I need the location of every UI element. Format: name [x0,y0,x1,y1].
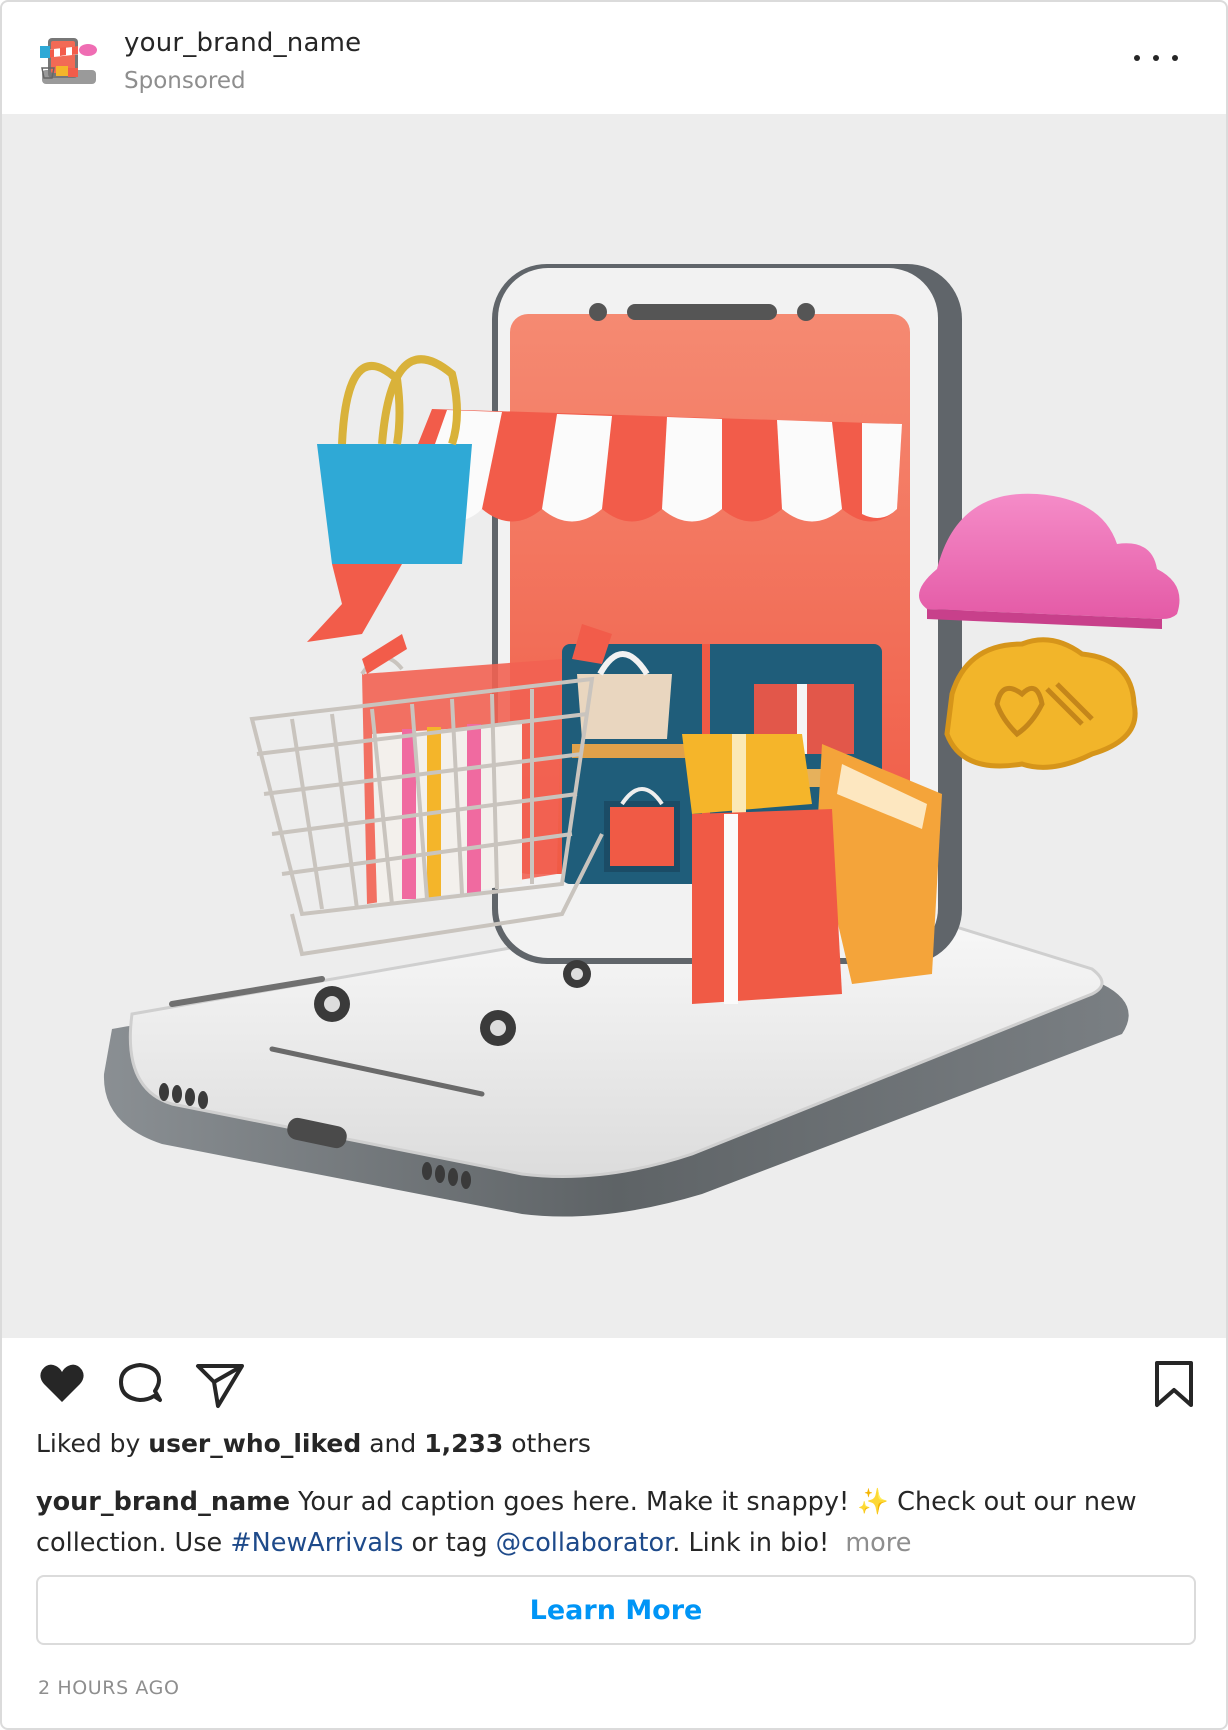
caption-username[interactable]: your_brand_name [36,1487,290,1517]
likes-and: and [369,1429,417,1458]
caption-text-2: or tag [411,1528,488,1558]
sponsored-label: Sponsored [124,68,246,94]
likes-summary: Liked by user_who_liked and 1,233 others [36,1429,591,1458]
mention-link[interactable]: @collaborator [496,1528,673,1558]
comment-icon[interactable] [114,1358,166,1410]
likes-count[interactable]: 1,233 [424,1429,503,1458]
bookmark-icon[interactable] [1148,1358,1200,1410]
liked-user-link[interactable]: user_who_liked [148,1429,361,1458]
send-icon[interactable] [194,1358,246,1410]
learn-more-button[interactable]: Learn More [36,1575,1196,1645]
more-options-icon[interactable] [1134,38,1178,78]
post-header: your_brand_name Sponsored [2,2,1226,114]
post-caption: your_brand_name Your ad caption goes her… [36,1482,1196,1564]
caption-text-3: . Link in bio! [672,1528,830,1558]
post-image[interactable] [2,114,1226,1338]
likes-prefix: Liked by [36,1429,141,1458]
heart-icon[interactable] [36,1358,88,1410]
ad-post-card: your_brand_name Sponsored Liked by user_… [0,0,1228,1730]
brand-name-link[interactable]: your_brand_name [124,28,361,58]
action-bar [2,1338,1226,1438]
likes-suffix: others [511,1429,591,1458]
post-timestamp: 2 HOURS AGO [38,1677,180,1699]
brand-avatar[interactable] [38,32,100,90]
hashtag-link[interactable]: #NewArrivals [230,1528,403,1558]
caption-more-link[interactable]: more [845,1528,911,1558]
